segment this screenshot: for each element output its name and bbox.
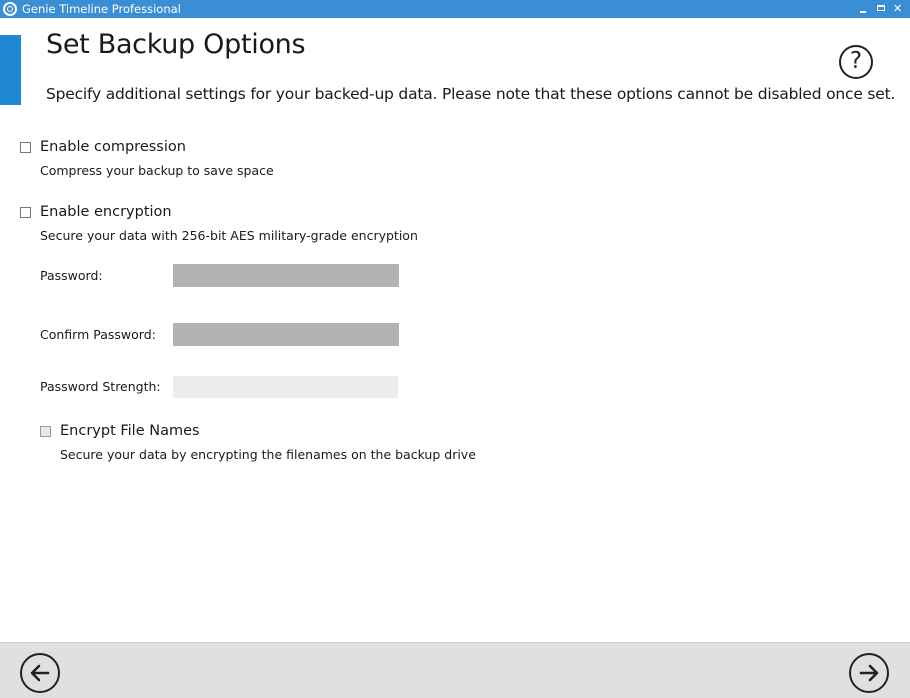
minimize-button[interactable] <box>854 0 872 18</box>
password-input[interactable] <box>173 264 399 287</box>
back-button[interactable] <box>20 653 60 693</box>
genie-timeline-logo-icon <box>3 2 17 16</box>
maximize-icon <box>877 5 885 11</box>
close-button[interactable]: ✕ <box>890 0 908 18</box>
next-button[interactable] <box>849 653 889 693</box>
password-strength-label: Password Strength: <box>40 379 161 394</box>
page-subtitle: Specify additional settings for your bac… <box>46 85 896 103</box>
window-title: Genie Timeline Professional <box>22 2 181 16</box>
title-bar: Genie Timeline Professional ✕ <box>0 0 910 18</box>
encrypt-file-names-description: Secure your data by encrypting the filen… <box>60 447 476 462</box>
arrow-left-icon <box>30 664 50 682</box>
confirm-password-input[interactable] <box>173 323 399 346</box>
header-accent-bar <box>0 35 21 105</box>
encryption-description: Secure your data with 256-bit AES milita… <box>40 228 418 243</box>
page-title: Set Backup Options <box>46 29 306 60</box>
enable-encryption-checkbox[interactable] <box>20 207 31 218</box>
arrow-right-icon <box>859 664 879 682</box>
confirm-password-label: Confirm Password: <box>40 327 156 342</box>
help-button[interactable]: ? <box>839 45 873 79</box>
minimize-icon <box>860 11 866 13</box>
encrypt-file-names-label[interactable]: Encrypt File Names <box>60 423 200 439</box>
close-icon: ✕ <box>893 2 903 15</box>
wizard-footer <box>0 642 910 698</box>
enable-compression-label[interactable]: Enable compression <box>40 139 186 155</box>
compression-description: Compress your backup to save space <box>40 163 274 178</box>
encrypt-file-names-checkbox[interactable] <box>40 426 51 437</box>
password-strength-meter <box>173 376 398 398</box>
password-label: Password: <box>40 268 103 283</box>
help-icon: ? <box>849 48 863 74</box>
enable-encryption-label[interactable]: Enable encryption <box>40 204 172 220</box>
enable-compression-checkbox[interactable] <box>20 142 31 153</box>
maximize-button[interactable] <box>872 0 890 18</box>
